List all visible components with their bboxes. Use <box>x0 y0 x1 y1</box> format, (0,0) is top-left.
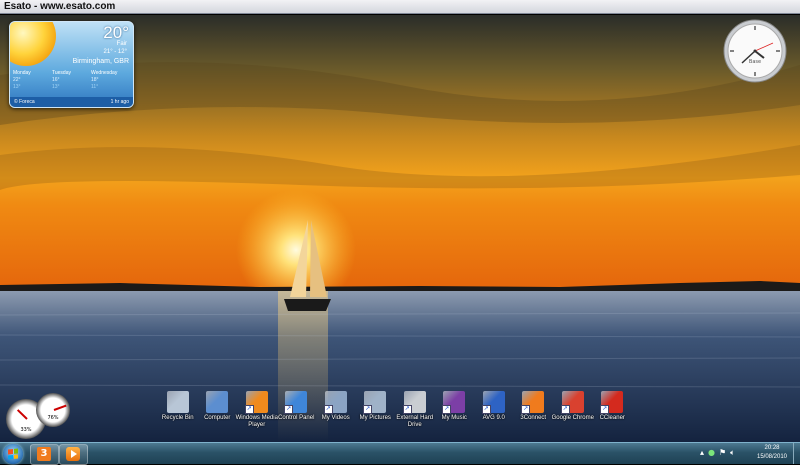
desktop-icon[interactable]: Computer <box>198 391 238 439</box>
shortcut-arrow-icon: ↗ <box>481 405 491 414</box>
temperature-range: 21° - 12° <box>103 49 127 55</box>
taskbar-3connect[interactable]: 3 <box>30 444 59 465</box>
weather-provider[interactable]: © Foreca <box>14 97 35 107</box>
weather-updated: 1 hr ago <box>110 99 129 105</box>
weather-footer: © Foreca 1 hr ago <box>10 97 133 107</box>
desktop-icon[interactable]: ↗ My Videos <box>316 391 356 439</box>
desktop-icon[interactable]: Recycle Bin <box>158 391 198 439</box>
desktop-icon-label: CCleaner <box>599 415 625 421</box>
desktop-icon[interactable]: ↗ Control Panel <box>277 391 317 439</box>
forecast-day: Tuesday 16° 13° <box>52 70 71 90</box>
desktop-icon[interactable]: ↗ Windows Media Player <box>236 391 278 439</box>
chrome-icon: ↗ <box>560 391 584 414</box>
three-connect-icon: 3 <box>37 447 51 461</box>
hard-drive-icon: ↗ <box>402 391 426 414</box>
weather-condition: Fair <box>116 41 127 47</box>
tray-date: 15/08/2010 <box>756 454 788 460</box>
ram-needle <box>53 404 67 411</box>
shortcut-arrow-icon: ↗ <box>244 405 254 414</box>
ram-meter-gadget[interactable]: 76% <box>36 393 70 427</box>
tray-time: 20:28 <box>764 445 780 451</box>
window-title-bar: Esato - www.esato.com <box>0 0 800 14</box>
desktop-icon[interactable]: ↗ External Hard Drive <box>395 391 435 439</box>
media-player-icon: ↗ <box>244 391 268 414</box>
pictures-folder-icon: ↗ <box>363 391 387 414</box>
start-button[interactable] <box>3 444 23 464</box>
desktop-icon[interactable]: ↗ Google Chrome <box>552 391 594 439</box>
shortcut-arrow-icon: ↗ <box>600 405 610 414</box>
shortcut-arrow-icon: ↗ <box>363 405 373 414</box>
desktop-icon[interactable]: ↗ 3Connect <box>514 391 554 439</box>
ccleaner-icon: ↗ <box>600 391 624 414</box>
forecast-day: Monday 22° 13° <box>13 70 31 90</box>
clock-label: Base <box>748 59 762 65</box>
desktop-icon[interactable]: ↗ AVG 9.0 <box>474 391 514 439</box>
control-panel-icon: ↗ <box>284 391 308 414</box>
computer-icon <box>206 391 229 413</box>
forecast-list: Monday 22° 13° Tuesday 16° 13° Wednesday… <box>13 70 130 91</box>
taskbar: 3 ▴ ● ⚑ 🔈︎ 20:28 15/08/2010 <box>0 442 800 465</box>
taskbar-media-player[interactable] <box>59 444 88 465</box>
show-desktop-button[interactable] <box>793 443 800 464</box>
connection-icon[interactable]: ● <box>708 447 715 459</box>
ram-meter-value: 76% <box>47 415 59 421</box>
cpu-meter-value: 33% <box>20 427 32 433</box>
desktop-icons: Recycle Bin Computer ↗ Windows Media Player… <box>158 391 632 439</box>
sun-icon <box>10 22 56 66</box>
shortcut-arrow-icon: ↗ <box>442 405 452 414</box>
shortcut-arrow-icon: ↗ <box>560 405 570 414</box>
up-arrow-icon[interactable]: ▴ <box>700 447 704 459</box>
tray-clock[interactable]: 20:28 15/08/2010 <box>752 444 792 462</box>
shortcut-arrow-icon: ↗ <box>402 405 412 414</box>
volume-icon[interactable]: 🔈︎ <box>730 447 735 459</box>
system-tray: ▴ ● ⚑ 🔈︎ <box>700 447 735 459</box>
avg-icon: ↗ <box>481 391 505 414</box>
weather-location: Birmingham, GBR <box>72 58 129 65</box>
desktop-icon[interactable]: ↗ My Pictures <box>356 391 396 439</box>
cpu-needle <box>16 409 28 420</box>
clock-gadget[interactable]: Base <box>723 19 787 83</box>
weather-gadget[interactable]: 20° Fair 21° - 12° Birmingham, GBR Monda… <box>9 21 134 108</box>
media-player-icon <box>66 447 80 461</box>
windows-logo-icon <box>8 448 18 460</box>
three-connect-icon: ↗ <box>521 391 545 414</box>
shortcut-arrow-icon: ↗ <box>284 405 294 414</box>
desktop-icon[interactable]: ↗ My Music <box>435 391 475 439</box>
desktop-icon[interactable]: ↗ CCleaner <box>593 391 633 439</box>
forecast-day: Wednesday 18° 11° <box>91 70 118 90</box>
flag-icon[interactable]: ⚑ <box>719 447 726 459</box>
recycle-bin-icon <box>166 391 189 413</box>
music-folder-icon: ↗ <box>442 391 466 414</box>
shortcut-arrow-icon: ↗ <box>323 405 333 414</box>
videos-folder-icon: ↗ <box>323 391 347 414</box>
current-temperature: 20° <box>103 23 129 42</box>
shortcut-arrow-icon: ↗ <box>521 405 531 414</box>
window-title: Esato - www.esato.com <box>4 1 116 12</box>
